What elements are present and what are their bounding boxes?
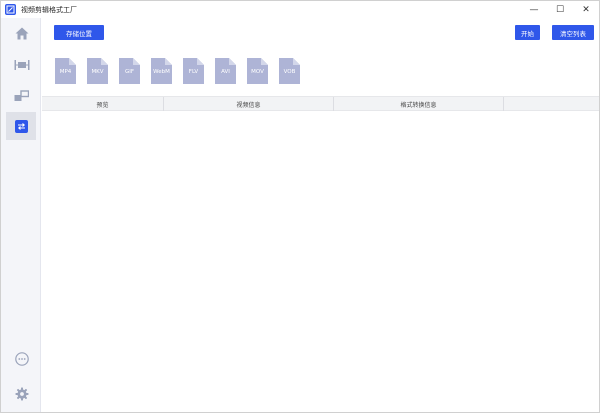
sidebar-item-home[interactable]	[7, 19, 36, 47]
format-label: MOV	[251, 69, 264, 75]
sidebar-item-merge[interactable]	[7, 82, 36, 110]
more-icon	[14, 352, 29, 366]
maximize-button[interactable]: ☐	[547, 1, 573, 18]
main-panel: 存储位置 开始 清空列表 MP4 MKV GIF WebM FLV AVI MOV VOB 预…	[42, 18, 599, 412]
format-option-mp4[interactable]: MP4	[55, 58, 76, 84]
format-option-flv[interactable]: FLV	[183, 58, 204, 84]
format-label: MP4	[59, 69, 72, 75]
start-button[interactable]: 开始	[515, 25, 540, 40]
sidebar-item-more[interactable]	[7, 345, 36, 373]
window-controls: — ☐ ✕	[521, 1, 599, 18]
format-option-mov[interactable]: MOV	[247, 58, 268, 84]
column-header-preview: 预览	[96, 101, 109, 109]
format-selector: MP4 MKV GIF WebM FLV AVI MOV VOB	[55, 58, 311, 84]
app-logo-icon	[5, 4, 16, 15]
format-label: GIF	[124, 69, 135, 75]
video-trim-icon	[14, 60, 29, 70]
format-label: WebM	[153, 69, 170, 75]
app-window: 视频剪辑格式工厂 — ☐ ✕ 存储位置 开始 清空列表 MP4 MKV GIF …	[0, 0, 600, 413]
format-convert-icon	[14, 119, 28, 133]
format-option-avi[interactable]: AVI	[215, 58, 236, 84]
window-title: 视频剪辑格式工厂	[21, 5, 77, 14]
minimize-button[interactable]: —	[521, 1, 547, 18]
sidebar-item-format-convert[interactable]	[6, 112, 36, 140]
save-location-button[interactable]: 存储位置	[54, 25, 104, 40]
sidebar	[1, 18, 41, 412]
column-divider	[503, 97, 504, 111]
format-option-mkv[interactable]: MKV	[87, 58, 108, 84]
sidebar-item-settings[interactable]	[7, 380, 36, 408]
format-option-webm[interactable]: WebM	[151, 58, 172, 84]
table-header: 预览 视频信息 格式转换信息	[42, 96, 599, 111]
home-icon	[15, 27, 28, 39]
close-button[interactable]: ✕	[573, 1, 599, 18]
column-header-video-info: 视频信息	[236, 101, 261, 109]
format-label: VOB	[283, 69, 296, 75]
maximize-icon: ☐	[555, 4, 565, 15]
minimize-icon: —	[529, 4, 539, 15]
sidebar-item-video-trim[interactable]	[7, 51, 36, 79]
format-option-vob[interactable]: VOB	[279, 58, 300, 84]
clear-list-button[interactable]: 清空列表	[552, 25, 594, 40]
merge-icon	[14, 90, 29, 101]
column-header-conversion-info: 格式转换信息	[400, 101, 437, 109]
title-bar: 视频剪辑格式工厂 — ☐ ✕	[1, 1, 599, 18]
format-option-gif[interactable]: GIF	[119, 58, 140, 84]
format-label: FLV	[188, 69, 199, 75]
gear-icon	[15, 387, 28, 401]
format-label: MKV	[91, 69, 104, 75]
close-icon: ✕	[582, 4, 590, 15]
format-label: AVI	[221, 69, 230, 75]
